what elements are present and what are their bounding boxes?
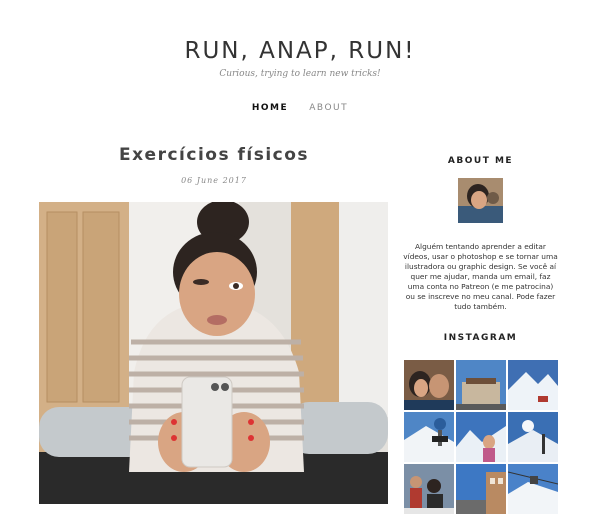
instagram-tile-7[interactable] bbox=[404, 464, 454, 514]
avatar-illustration bbox=[458, 178, 503, 223]
instagram-tile-5[interactable] bbox=[456, 412, 506, 462]
instagram-grid bbox=[404, 360, 558, 514]
instagram-heading: INSTAGRAM bbox=[443, 333, 518, 343]
nav-item-about[interactable]: ABOUT bbox=[309, 103, 348, 113]
instagram-tile-9[interactable] bbox=[508, 464, 558, 514]
post-featured-image[interactable] bbox=[39, 202, 388, 504]
instagram-tile-1[interactable] bbox=[404, 360, 454, 410]
site-tagline: Curious, trying to learn new tricks! bbox=[219, 69, 381, 79]
instagram-tile-6[interactable] bbox=[508, 412, 558, 462]
main-nav: HOME ABOUT bbox=[0, 95, 600, 114]
nav-item-home[interactable]: HOME bbox=[252, 103, 288, 113]
about-avatar bbox=[458, 178, 503, 223]
about-heading: ABOUT ME bbox=[447, 156, 514, 166]
post-date: 06 June 2017 bbox=[181, 176, 247, 185]
post-photo-illustration bbox=[39, 202, 388, 504]
instagram-tile-8[interactable] bbox=[456, 464, 506, 514]
instagram-tile-3[interactable] bbox=[508, 360, 558, 410]
instagram-tile-4[interactable] bbox=[404, 412, 454, 462]
instagram-tile-2[interactable] bbox=[456, 360, 506, 410]
about-text: Alguém tentando aprender a editar vídeos… bbox=[403, 242, 558, 311]
post-title[interactable]: Exercícios físicos bbox=[40, 145, 388, 165]
site-title[interactable]: RUN, ANAP, RUN! bbox=[0, 38, 600, 64]
